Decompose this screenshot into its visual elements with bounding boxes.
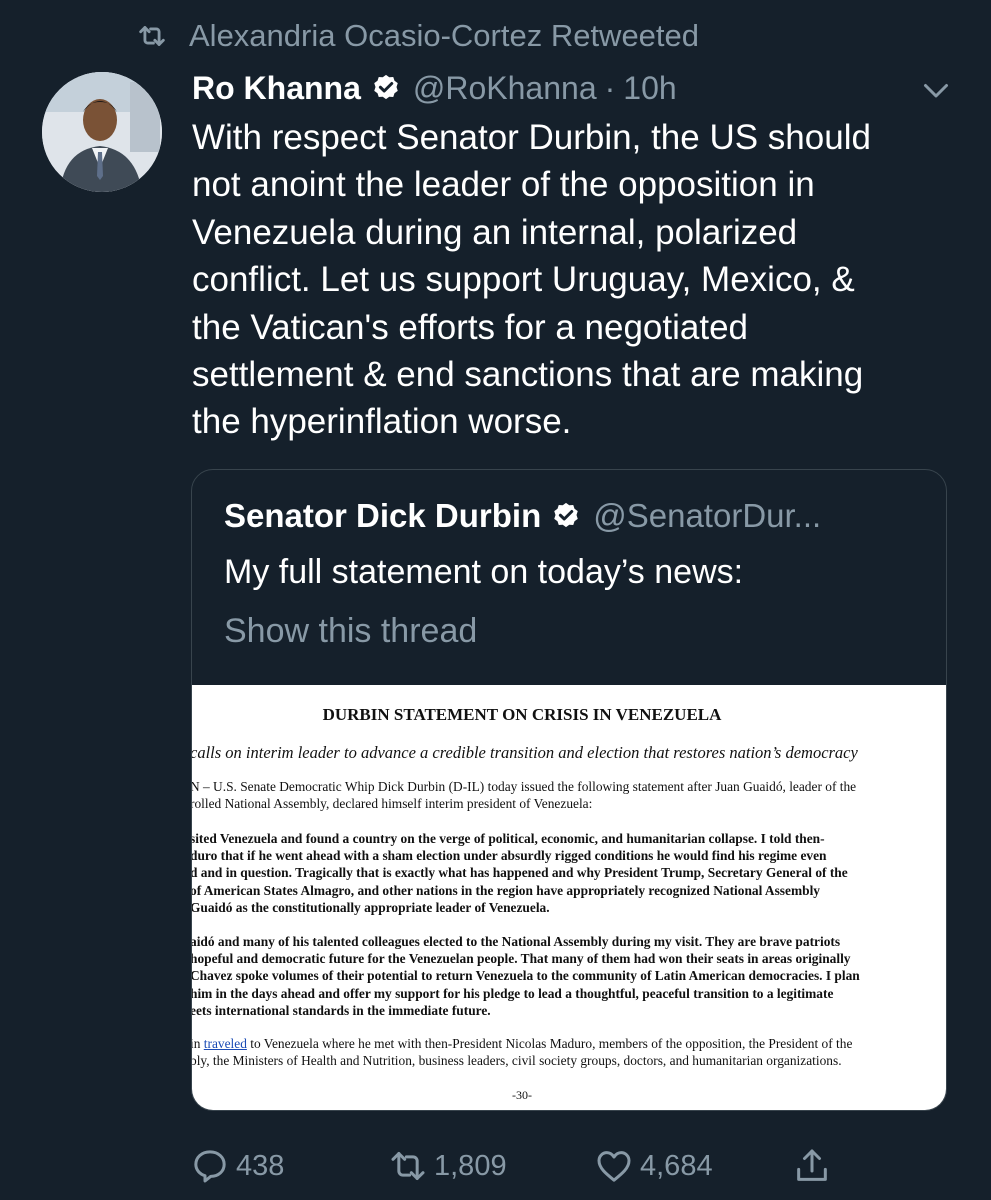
retweet-count: 1,809	[434, 1149, 507, 1182]
retweet-icon	[391, 1152, 425, 1180]
reply-count: 438	[236, 1149, 285, 1182]
attached-document-image[interactable]: DURBIN STATEMENT ON CRISIS IN VENEZUELA …	[192, 685, 946, 1110]
quote-text: My full statement on today’s news:	[224, 553, 744, 591]
retweet-icon	[139, 26, 165, 46]
tweet-time[interactable]: 10h	[623, 70, 676, 107]
avatar[interactable]	[42, 72, 162, 192]
verified-badge-icon	[554, 502, 578, 528]
document-subtitle: calls on interim leader to advance a cre…	[192, 743, 858, 762]
quote-author-handle[interactable]: @SenatorDur...	[593, 497, 821, 535]
reply-button[interactable]: 438	[190, 1140, 284, 1192]
document-title: DURBIN STATEMENT ON CRISIS IN VENEZUELA	[322, 705, 722, 724]
retweet-label: Alexandria Ocasio-Cortez Retweeted	[189, 18, 700, 53]
tweet-text: With respect Senator Durbin, the US shou…	[192, 118, 871, 442]
quote-author-name[interactable]: Senator Dick Durbin	[224, 497, 541, 535]
document-link-traveled[interactable]: traveled	[204, 1036, 247, 1051]
like-button[interactable]: 4,684	[594, 1140, 713, 1192]
separator: ·	[604, 69, 616, 106]
retweet-button[interactable]: 1,809	[388, 1140, 507, 1192]
avatar-image	[42, 72, 162, 192]
document-end-mark: -30-	[512, 1088, 532, 1102]
verified-badge-icon	[374, 74, 398, 100]
retweet-context[interactable]: Alexandria Ocasio-Cortez Retweeted	[135, 18, 699, 54]
reply-icon	[194, 1150, 226, 1183]
like-count: 4,684	[640, 1149, 713, 1182]
document-paragraph-2: sited Venezuela and found a country on t…	[192, 831, 848, 915]
document-paragraph-3: aidó and many of his talented colleagues…	[192, 934, 860, 1018]
quote-header: Senator Dick Durbin @SenatorDur...	[224, 492, 924, 540]
author-name[interactable]: Ro Khanna	[192, 70, 361, 107]
share-icon	[797, 1149, 827, 1181]
tweet-header: Ro Khanna @RoKhanna · 10h	[192, 64, 677, 112]
chevron-down-icon[interactable]	[918, 72, 954, 108]
author-handle[interactable]: @RoKhanna	[413, 70, 597, 107]
like-icon	[597, 1151, 631, 1182]
share-button[interactable]	[792, 1140, 838, 1192]
show-thread-link[interactable]: Show this thread	[224, 612, 477, 651]
document-paragraph-1: N – U.S. Senate Democratic Whip Dick Dur…	[192, 779, 857, 812]
document-paragraph-4: in traveled to Venezuela where he met wi…	[192, 1036, 853, 1069]
